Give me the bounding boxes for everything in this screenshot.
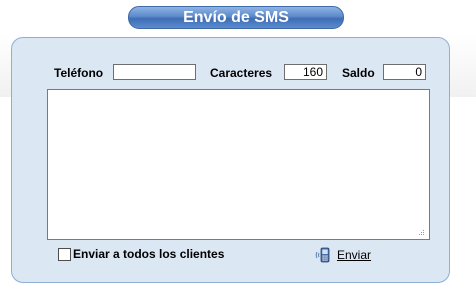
send-to-all-checkbox[interactable] (58, 248, 71, 261)
characters-count-field (284, 64, 327, 80)
message-textarea[interactable] (47, 89, 430, 240)
balance-label: Saldo (342, 66, 375, 80)
mobile-phone-icon[interactable] (315, 247, 333, 263)
balance-field (383, 64, 426, 80)
phone-label: Teléfono (54, 66, 104, 80)
characters-label: Caracteres (210, 66, 273, 80)
resize-grip-icon[interactable] (417, 228, 425, 236)
phone-input[interactable] (113, 64, 196, 80)
page-title: Envío de SMS (128, 6, 344, 29)
send-to-all-label[interactable]: Enviar a todos los clientes (73, 247, 224, 261)
send-link[interactable]: Enviar (337, 248, 371, 262)
